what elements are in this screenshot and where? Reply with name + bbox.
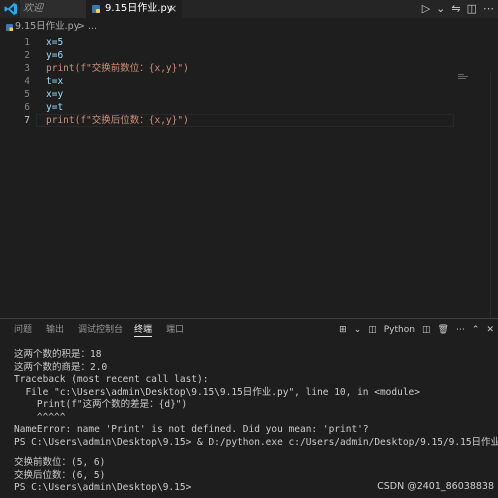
line-number: 3 [24,63,30,74]
more-icon[interactable]: ⋯ [456,319,465,341]
terminal-output[interactable]: 这两个数的积是：18 这两个数的商是：2.0 Traceback (most r… [14,349,498,495]
tab-debug-console[interactable]: 调试控制台 [78,319,123,341]
split-editor-icon[interactable]: ◫ [467,2,477,16]
panel-tab-bar: 问题 输出 调试控制台 终端 端口 ⊞ ⌄ ◫ Python ◫ 🗑 ⋯ ⌃ ✕ [0,319,498,341]
terminal-line: ^^^^^ [14,411,66,423]
line-number: 4 [24,76,30,87]
panel-actions: ⊞ ⌄ ◫ Python ◫ 🗑 ⋯ ⌃ ✕ [339,323,494,337]
trash-icon[interactable]: 🗑 [437,319,448,341]
breadcrumb: 9.15日作业.py > ... [0,18,498,36]
run-icon[interactable]: ▷ [422,2,430,16]
breadcrumb-file[interactable]: 9.15日作业.py [15,18,79,36]
terminal-line: Traceback (most recent call last): [14,374,209,385]
split-terminal-icon[interactable]: ◫ [368,319,377,341]
tab-active-label: 9.15日作业.py [105,3,173,14]
terminal-line: 这两个数的商是：2.0 [14,361,108,373]
code-line[interactable]: t=x [46,75,63,88]
breadcrumb-more[interactable]: > ... [77,18,97,36]
line-number: 1 [24,37,30,48]
minimap[interactable] [458,74,472,80]
terminal-line: 这两个数的积是：18 [14,349,102,360]
compare-icon[interactable]: ⇋ [451,2,460,16]
tab-active-file[interactable]: 9.15日作业.py × [86,0,182,18]
tab-terminal[interactable]: 终端 [134,319,153,337]
terminal-line: PS C:\Users\admin\Desktop\9.15> & D:/pyt… [14,436,498,448]
tab-output[interactable]: 输出 [46,319,64,341]
close-panel-icon[interactable]: ✕ [486,319,494,341]
code-line[interactable]: x=y [46,88,63,101]
editor-tab-bar: 欢迎 9.15日作业.py × ▷ ⌄ ⇋ ◫ ⋯ [0,0,498,18]
tab-welcome-label: 欢迎 [23,3,43,14]
more-actions-icon[interactable]: ⋯ [483,2,494,16]
python-file-icon [6,24,13,31]
code-line[interactable]: y=t [46,101,63,114]
split-panel-icon[interactable]: ◫ [422,319,431,341]
shell-label[interactable]: Python [384,319,415,341]
tab-welcome[interactable]: 欢迎 [20,0,86,18]
new-terminal-icon[interactable]: ⊞ [339,319,347,341]
maximize-panel-icon[interactable]: ⌃ [472,319,480,341]
tab-close-icon[interactable]: × [168,0,177,18]
code-line[interactable]: x=5 [46,36,63,49]
code-line[interactable]: print(f"交换前数位：{x,y}") [46,62,189,75]
watermark: CSDN @2401_86038838 [377,481,494,492]
editor-scrollbar[interactable] [490,72,498,352]
code-line[interactable]: y=6 [46,49,63,62]
terminal-line: NameError: name 'Print' is not defined. … [14,424,369,435]
line-number: 7 [24,115,30,126]
terminal-line: File "c:\Users\admin\Desktop\9.15\9.15日作… [14,386,420,398]
terminal-line: Print(f"这两个数的差是：{d}") [14,399,188,410]
tab-ports[interactable]: 端口 [166,319,184,341]
line-number: 2 [24,50,30,61]
line-number: 6 [24,102,30,113]
code-line[interactable]: print(f"交换后位数：{x,y}") [46,114,189,127]
code-editor[interactable]: 1 x=5 2 y=6 3 print(f"交换前数位：{x,y}") 4 t=… [0,36,498,352]
python-file-icon [92,5,100,13]
dropdown-chevron-icon[interactable]: ⌄ [436,2,445,16]
line-number: 5 [24,89,30,100]
editor-actions: ▷ ⌄ ⇋ ◫ ⋯ [422,2,494,16]
vscode-logo-icon [4,3,17,15]
terminal-dropdown-icon[interactable]: ⌄ [354,319,362,341]
terminal-line: 交换前数位：(5, 6) [14,457,106,468]
bottom-panel: 问题 输出 调试控制台 终端 端口 ⊞ ⌄ ◫ Python ◫ 🗑 ⋯ ⌃ ✕… [0,318,498,498]
tab-problems[interactable]: 问题 [14,319,32,341]
